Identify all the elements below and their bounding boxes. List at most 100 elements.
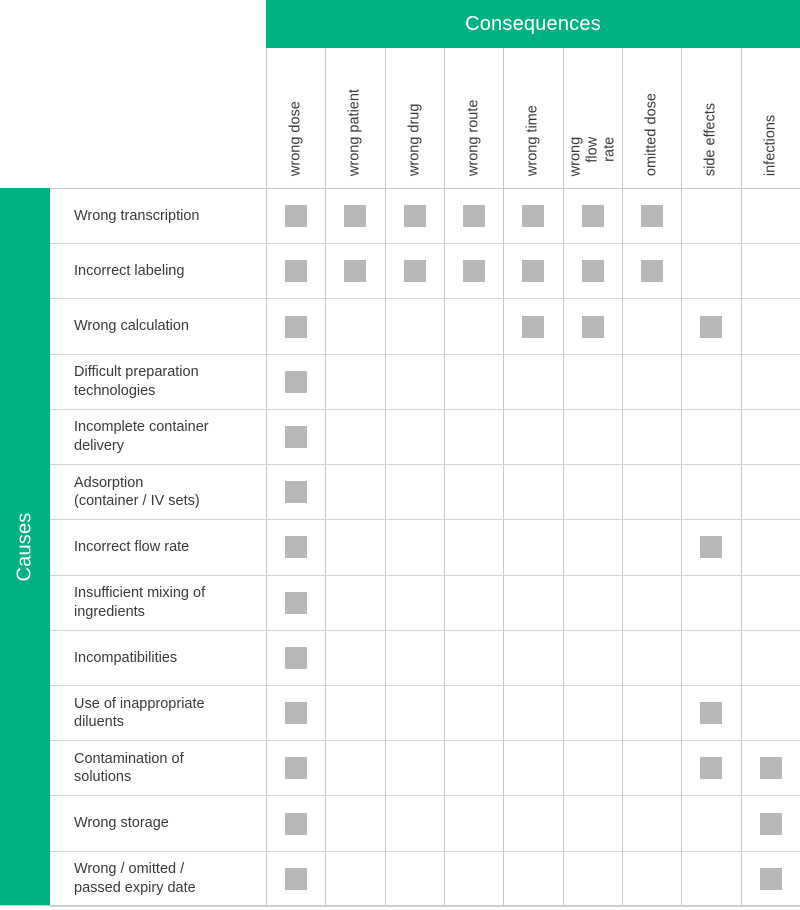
matrix-cell [325, 189, 384, 244]
column-header: wrong patient [325, 48, 385, 188]
row-cells [266, 409, 800, 465]
matrix-cell [384, 741, 444, 796]
empty-cell-placeholder [404, 757, 426, 779]
empty-cell-placeholder [700, 205, 722, 227]
table-row: Incorrect flow rate [50, 520, 800, 576]
matrix-cell [443, 796, 503, 851]
matrix-cell [621, 354, 681, 409]
matrix-cell [621, 741, 681, 796]
empty-cell-placeholder [522, 702, 544, 724]
matrix-cell [325, 796, 384, 851]
empty-cell-placeholder [344, 813, 366, 835]
marker-square-icon [403, 260, 426, 283]
matrix-cell [443, 520, 503, 575]
column-header: wrong drug [384, 48, 444, 188]
matrix-cell [681, 520, 740, 575]
matrix-cell [562, 796, 622, 851]
empty-cell-placeholder [522, 757, 544, 779]
matrix-cell [681, 244, 740, 299]
matrix-cell [503, 189, 562, 244]
matrix-cell [681, 409, 740, 465]
empty-cell-placeholder [404, 481, 426, 503]
causes-title: Causes [13, 512, 36, 582]
matrix-cell [740, 685, 800, 741]
table-row: Adsorption (container / IV sets) [50, 465, 800, 521]
matrix-cell [266, 851, 325, 906]
matrix-cell [621, 189, 681, 244]
empty-cell-placeholder [760, 371, 782, 393]
matrix-cell [740, 299, 800, 354]
empty-cell-placeholder [463, 536, 485, 558]
empty-cell-placeholder [463, 868, 485, 890]
empty-cell-placeholder [582, 647, 604, 669]
table-row: Contamination of solutions [50, 741, 800, 797]
marker-square-icon [285, 702, 308, 725]
matrix-cell [562, 354, 622, 409]
matrix-cell [503, 685, 562, 741]
empty-cell-placeholder [522, 371, 544, 393]
empty-cell-placeholder [760, 647, 782, 669]
row-header-label: Use of inappropriate diluents [74, 695, 205, 731]
row-cells [266, 189, 800, 244]
column-header-label: infections [762, 114, 779, 176]
table-row: Wrong storage [50, 796, 800, 852]
matrix-cell [503, 796, 562, 851]
marker-square-icon [285, 370, 308, 393]
empty-cell-placeholder [582, 592, 604, 614]
marker-square-icon [522, 260, 545, 283]
matrix-cell [325, 685, 384, 741]
matrix-cell [562, 630, 622, 685]
matrix-cell [740, 741, 800, 796]
matrix-cell [562, 409, 622, 465]
matrix-cell [266, 409, 325, 465]
column-header: side effects [681, 48, 741, 188]
matrix-cell [681, 630, 740, 685]
table-row: Wrong calculation [50, 299, 800, 355]
empty-cell-placeholder [344, 536, 366, 558]
matrix-cell [384, 354, 444, 409]
matrix-cell [562, 575, 622, 630]
matrix-cell [621, 851, 681, 906]
empty-cell-placeholder [344, 757, 366, 779]
empty-cell-placeholder [700, 426, 722, 448]
table-row: Difficult preparation technologies [50, 354, 800, 410]
table-row: Wrong / omitted / passed expiry date [50, 851, 800, 907]
row-header-label: Wrong transcription [74, 207, 200, 224]
matrix-cell [325, 741, 384, 796]
empty-cell-placeholder [641, 813, 663, 835]
matrix-cell [562, 299, 622, 354]
row-header-label: Difficult preparation technologies [74, 364, 199, 399]
row-header-label: Incorrect flow rate [74, 539, 190, 556]
matrix-cell [266, 354, 325, 409]
column-header: wrong route [443, 48, 504, 188]
empty-cell-placeholder [522, 481, 544, 503]
empty-cell-placeholder [522, 536, 544, 558]
marker-square-icon [285, 591, 308, 614]
row-cells [266, 851, 800, 906]
empty-cell-placeholder [760, 205, 782, 227]
matrix-cell [503, 575, 562, 630]
empty-cell-placeholder [582, 481, 604, 503]
matrix-cell [266, 685, 325, 741]
marker-square-icon [344, 205, 367, 228]
empty-cell-placeholder [700, 371, 722, 393]
matrix-cell [562, 189, 622, 244]
marker-square-icon [581, 260, 604, 283]
causes-side-banner: Causes [0, 188, 50, 906]
matrix-cell [384, 630, 444, 685]
table-row: Wrong transcription [50, 189, 800, 245]
row-cells [266, 685, 800, 741]
matrix-cell [384, 796, 444, 851]
empty-cell-placeholder [463, 702, 485, 724]
matrix-cell [503, 520, 562, 575]
empty-cell-placeholder [463, 371, 485, 393]
matrix-cell [325, 630, 384, 685]
row-cells [266, 575, 800, 630]
empty-cell-placeholder [522, 868, 544, 890]
marker-square-icon [463, 260, 486, 283]
row-cells [266, 354, 800, 409]
empty-cell-placeholder [582, 536, 604, 558]
consequences-title: Consequences [465, 12, 601, 35]
matrix-cell [384, 685, 444, 741]
matrix-cell [621, 685, 681, 741]
